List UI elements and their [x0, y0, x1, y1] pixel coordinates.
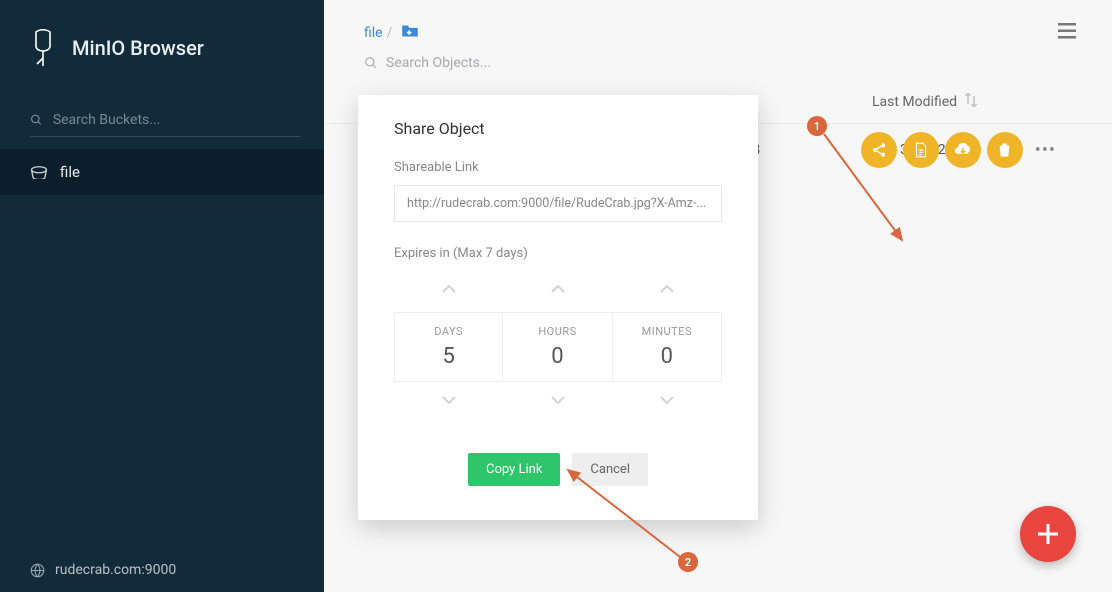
modal-title: Share Object [358, 95, 758, 160]
globe-icon [30, 563, 45, 578]
menu-icon[interactable] [1058, 20, 1076, 44]
days-value: 5 [395, 344, 502, 369]
minio-logo-icon [30, 28, 56, 68]
days-label: DAYS [395, 325, 502, 338]
search-objects-placeholder: Search Objects... [386, 55, 491, 71]
chevron-up-icon [550, 284, 566, 294]
more-actions-icon[interactable]: ••• [1035, 132, 1056, 168]
chevron-down-icon [441, 395, 457, 405]
chevron-down-icon [550, 395, 566, 405]
breadcrumb-bucket[interactable]: file [364, 25, 383, 41]
sort-icon[interactable] [965, 93, 977, 111]
chevron-up-icon [441, 284, 457, 294]
bucket-icon [30, 165, 48, 179]
cloud-download-icon [954, 143, 972, 157]
search-icon [364, 56, 378, 70]
breadcrumb: file / [324, 0, 1112, 49]
document-icon [914, 142, 928, 158]
days-down-button[interactable] [394, 382, 503, 417]
hours-label: HOURS [503, 325, 611, 338]
download-button[interactable] [945, 132, 981, 168]
search-icon [30, 113, 43, 127]
shareable-link-input[interactable] [394, 185, 722, 222]
cancel-button[interactable]: Cancel [572, 453, 648, 486]
days-cell: DAYS 5 [394, 312, 503, 382]
hours-down-button[interactable] [503, 382, 612, 417]
minutes-label: MINUTES [613, 325, 721, 338]
breadcrumb-separator: / [387, 25, 393, 41]
bucket-name: file [60, 163, 80, 181]
plus-icon [1038, 524, 1058, 544]
annotation-marker-2: 2 [678, 552, 698, 572]
minutes-value: 0 [613, 344, 721, 369]
sidebar-footer: rudecrab.com:9000 [30, 562, 176, 578]
minutes-cell: MINUTES 0 [613, 312, 722, 382]
copy-link-button[interactable]: Copy Link [468, 453, 560, 486]
search-buckets-input[interactable] [53, 112, 300, 128]
duration-grid: DAYS 5 HOURS 0 MINUTES 0 [394, 312, 722, 382]
preview-button[interactable] [903, 132, 939, 168]
share-icon [871, 142, 887, 158]
hours-value: 0 [503, 344, 611, 369]
fab-add-button[interactable] [1020, 506, 1076, 562]
days-up-button[interactable] [394, 271, 503, 306]
annotation-marker-1: 1 [807, 116, 827, 136]
share-button[interactable] [861, 132, 897, 168]
hours-up-button[interactable] [503, 271, 612, 306]
share-object-modal: Share Object Shareable Link Expires in (… [358, 95, 758, 520]
search-buckets-field[interactable] [30, 104, 300, 137]
minutes-up-button[interactable] [613, 271, 722, 306]
minutes-down-button[interactable] [613, 382, 722, 417]
app-title: MinIO Browser [72, 36, 204, 60]
col-header-modified[interactable]: Last Modified [872, 94, 957, 110]
shareable-link-label: Shareable Link [358, 160, 758, 185]
modal-actions: Copy Link Cancel [358, 453, 758, 486]
sidebar: MinIO Browser file rudecrab.com:9000 [0, 0, 324, 592]
expires-label: Expires in (Max 7 days) [358, 246, 758, 271]
row-actions: ••• [861, 132, 1056, 168]
delete-button[interactable] [987, 132, 1023, 168]
logo-area: MinIO Browser [0, 0, 324, 88]
add-folder-icon[interactable] [400, 22, 420, 43]
chevron-down-icon [659, 395, 675, 405]
trash-icon [998, 142, 1011, 158]
chevron-up-icon [659, 284, 675, 294]
hours-cell: HOURS 0 [503, 312, 612, 382]
host-label: rudecrab.com:9000 [55, 562, 176, 578]
sidebar-bucket-item[interactable]: file [0, 149, 324, 195]
search-objects-field[interactable]: Search Objects... [324, 49, 1112, 81]
